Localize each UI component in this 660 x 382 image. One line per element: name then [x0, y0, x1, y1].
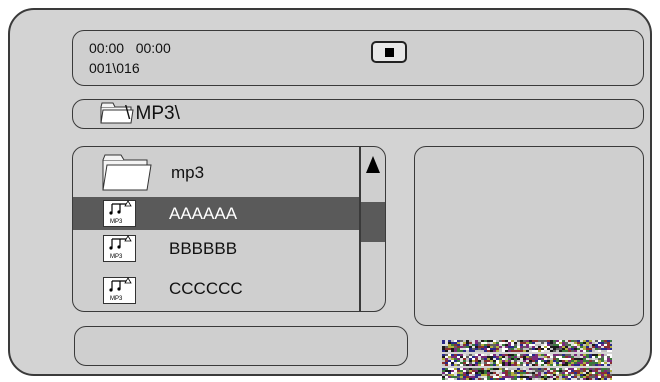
stop-button[interactable] — [371, 41, 407, 63]
mp3-file-icon: MP3 — [103, 277, 136, 304]
mp3-file-icon: MP3 — [103, 235, 136, 262]
folder-icon — [102, 154, 152, 191]
time-display: 00:00 00:00 — [89, 40, 171, 56]
svg-text:MP3: MP3 — [110, 254, 123, 260]
scrollbar-thumb[interactable] — [361, 202, 385, 242]
list-item-file[interactable]: MP3 BBBBBB — [73, 232, 359, 265]
list-item-label: CCCCCC — [169, 279, 243, 298]
status-panel: 00:00 00:00 001\016 — [72, 30, 644, 86]
list-item-label: mp3 — [171, 163, 205, 182]
list-item-label: BBBBBB — [169, 239, 238, 258]
total-time: 00:00 — [135, 40, 171, 56]
file-list[interactable]: mp3 MP3 AAAAAA MP3 BBBBBB MP3 CCCCCC — [72, 146, 386, 312]
current-path: \ MP3\ — [125, 103, 180, 124]
svg-text:MP3: MP3 — [110, 296, 123, 302]
stop-icon — [385, 48, 394, 57]
list-item-file-selected[interactable]: MP3 AAAAAA — [73, 197, 359, 230]
mp3-file-icon: MP3 — [103, 200, 136, 227]
list-item-label: AAAAAA — [169, 204, 238, 223]
elapsed-time: 00:00 — [89, 40, 125, 56]
preview-panel — [414, 146, 644, 326]
info-bar — [74, 326, 408, 366]
list-item-file[interactable]: MP3 CCCCCC — [73, 274, 359, 307]
svg-text:MP3: MP3 — [110, 219, 123, 225]
track-counter: 001\016 — [89, 60, 140, 76]
path-bar: \ MP3\ — [72, 99, 644, 129]
triangle-up-icon[interactable] — [366, 156, 380, 173]
static-noise-block — [442, 340, 612, 380]
list-item-folder[interactable]: mp3 — [73, 147, 359, 197]
